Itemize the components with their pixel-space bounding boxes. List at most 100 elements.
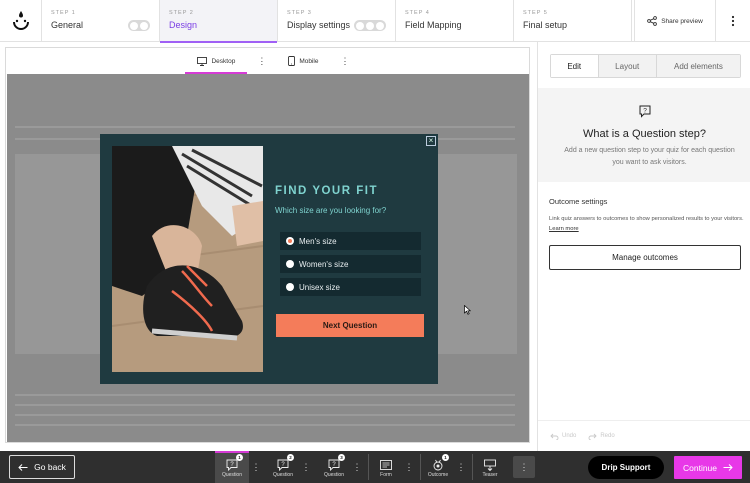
quiz-title: FIND YOUR FIT xyxy=(275,185,378,197)
step-number: STEP 3 xyxy=(287,10,312,16)
step-label: Question xyxy=(221,472,242,478)
top-stepper: STEP 1 General STEP 2 Design STEP 3 Disp… xyxy=(0,0,750,43)
step-label: Question xyxy=(272,472,293,478)
more-options-icon[interactable] xyxy=(716,0,750,42)
device-desktop-tab[interactable]: Desktop xyxy=(185,48,248,74)
outcome-step-icon: 1 xyxy=(432,454,449,471)
quiz-subtitle: Which size are you looking for? xyxy=(275,206,387,215)
continue-label: Continue xyxy=(682,462,718,473)
step-name: Field Mapping xyxy=(405,20,462,30)
teaser-step-icon xyxy=(484,458,496,472)
tab-edit[interactable]: Edit xyxy=(551,55,599,77)
quiz-step-teaser[interactable]: Teaser xyxy=(473,451,507,483)
quiz-step-form[interactable]: Form xyxy=(369,451,403,483)
go-back-button[interactable]: Go back xyxy=(9,455,75,479)
monitor-icon xyxy=(197,56,208,66)
quiz-step-question-3[interactable]: ? 3 Question xyxy=(317,451,351,483)
go-back-label: Go back xyxy=(34,462,66,472)
step-number: STEP 2 xyxy=(169,10,194,16)
step-options-icon[interactable]: ⋮ xyxy=(403,451,415,483)
undo-redo-bar: Undo Redo xyxy=(538,420,750,451)
question-step-info: ? What is a Question step? Add a new que… xyxy=(538,88,750,182)
undo-icon xyxy=(550,433,559,440)
learn-more-link[interactable]: Learn more xyxy=(549,226,579,232)
step-badge: 1 xyxy=(442,454,449,461)
quiz-step-outcome[interactable]: 1 Outcome xyxy=(421,451,455,483)
manage-outcomes-button[interactable]: Manage outcomes xyxy=(549,245,741,270)
quiz-popup: × FIND YOUR FIT Which size are you looki… xyxy=(100,134,438,384)
phone-icon xyxy=(288,56,296,66)
step-label: Outcome xyxy=(427,472,449,478)
more-steps-icon[interactable]: ⋮ xyxy=(513,456,535,478)
device-label: Mobile xyxy=(299,57,319,65)
question-step-icon: ? 3 xyxy=(328,454,345,472)
answer-label: Women's size xyxy=(299,259,349,269)
arrow-left-icon xyxy=(18,463,28,471)
outcome-description-text: Link quiz answers to outcomes to show pe… xyxy=(549,216,744,222)
quiz-step-question-1[interactable]: ? 1 Question xyxy=(215,451,249,483)
step-options-icon[interactable]: ⋮ xyxy=(250,451,262,483)
step-options-icon[interactable]: ⋮ xyxy=(351,451,363,483)
step-progress-toggle xyxy=(128,20,150,31)
close-icon[interactable]: × xyxy=(426,136,436,146)
mobile-options-icon[interactable]: ⋮ xyxy=(341,56,350,67)
radio-icon xyxy=(286,260,294,268)
step-final-setup[interactable]: STEP 5 Final setup xyxy=(514,0,632,42)
answer-label: Unisex size xyxy=(299,282,340,292)
share-preview-button[interactable]: Share preview xyxy=(634,0,716,42)
panel-tabs: Edit Layout Add elements xyxy=(550,54,741,78)
step-design[interactable]: STEP 2 Design xyxy=(160,0,278,43)
outcome-settings-title: Outcome settings xyxy=(549,197,608,206)
step-badge: 1 xyxy=(236,454,243,461)
step-number: STEP 4 xyxy=(405,10,430,16)
step-badge: 3 xyxy=(338,454,345,461)
redo-icon xyxy=(588,433,597,440)
redo-label: Redo xyxy=(600,433,615,439)
undo-button[interactable]: Undo xyxy=(550,433,576,440)
redo-button[interactable]: Redo xyxy=(588,433,615,440)
shoe-photo xyxy=(112,146,263,372)
arrow-right-icon xyxy=(723,464,733,471)
question-step-icon: ? 2 xyxy=(277,454,294,472)
share-icon xyxy=(647,16,658,26)
question-step-icon: ? 1 xyxy=(226,454,243,472)
tab-layout[interactable]: Layout xyxy=(598,55,657,77)
quiz-step-question-2[interactable]: ? 2 Question xyxy=(266,451,300,483)
step-field-mapping[interactable]: STEP 4 Field Mapping xyxy=(396,0,514,42)
device-switcher: Desktop ⋮ Mobile ⋮ xyxy=(6,48,529,74)
step-general[interactable]: STEP 1 General xyxy=(42,0,160,42)
step-name: Design xyxy=(169,20,198,30)
answer-option-unisex[interactable]: Unisex size xyxy=(280,278,421,296)
share-preview-label: Share preview xyxy=(661,17,703,25)
question-bubble-icon: ? xyxy=(639,105,651,118)
desktop-options-icon[interactable]: ⋮ xyxy=(257,56,266,67)
form-step-icon xyxy=(380,458,392,470)
drip-logo-icon[interactable] xyxy=(0,0,42,42)
step-display-settings[interactable]: STEP 3 Display settings xyxy=(278,0,396,42)
device-mobile-tab[interactable]: Mobile xyxy=(276,48,330,74)
radio-icon xyxy=(286,283,294,291)
next-question-button[interactable]: Next Question xyxy=(276,314,424,337)
device-label: Desktop xyxy=(211,57,236,65)
info-description: Add a new question step to your quiz for… xyxy=(564,147,735,166)
step-name: Final setup xyxy=(523,20,568,30)
website-preview: × FIND YOUR FIT Which size are you looki… xyxy=(7,74,529,442)
mouse-cursor-icon xyxy=(464,302,472,320)
undo-label: Undo xyxy=(562,433,577,439)
step-options-icon[interactable]: ⋮ xyxy=(455,451,467,483)
info-title: What is a Question step? xyxy=(583,128,706,140)
preview-canvas: Desktop ⋮ Mobile ⋮ × FIND YOUR FIT Which… xyxy=(5,47,530,443)
step-label: Question xyxy=(323,472,344,478)
continue-button[interactable]: Continue xyxy=(674,456,742,479)
tab-add-elements[interactable]: Add elements xyxy=(656,55,740,77)
answer-option-mens[interactable]: Men's size xyxy=(280,232,421,250)
step-badge: 2 xyxy=(287,454,294,461)
drip-support-button[interactable]: Drip Support xyxy=(588,456,664,479)
step-options-icon[interactable]: ⋮ xyxy=(300,451,312,483)
step-label: Form xyxy=(380,472,392,478)
step-number: STEP 1 xyxy=(51,10,76,16)
outcome-settings-description: Link quiz answers to outcomes to show pe… xyxy=(549,214,744,234)
answer-option-womens[interactable]: Women's size xyxy=(280,255,421,273)
bottom-toolbar: Go back ? 1 Question ⋮ ? 2 Question ⋮ ? … xyxy=(0,451,750,483)
step-number: STEP 5 xyxy=(523,10,548,16)
